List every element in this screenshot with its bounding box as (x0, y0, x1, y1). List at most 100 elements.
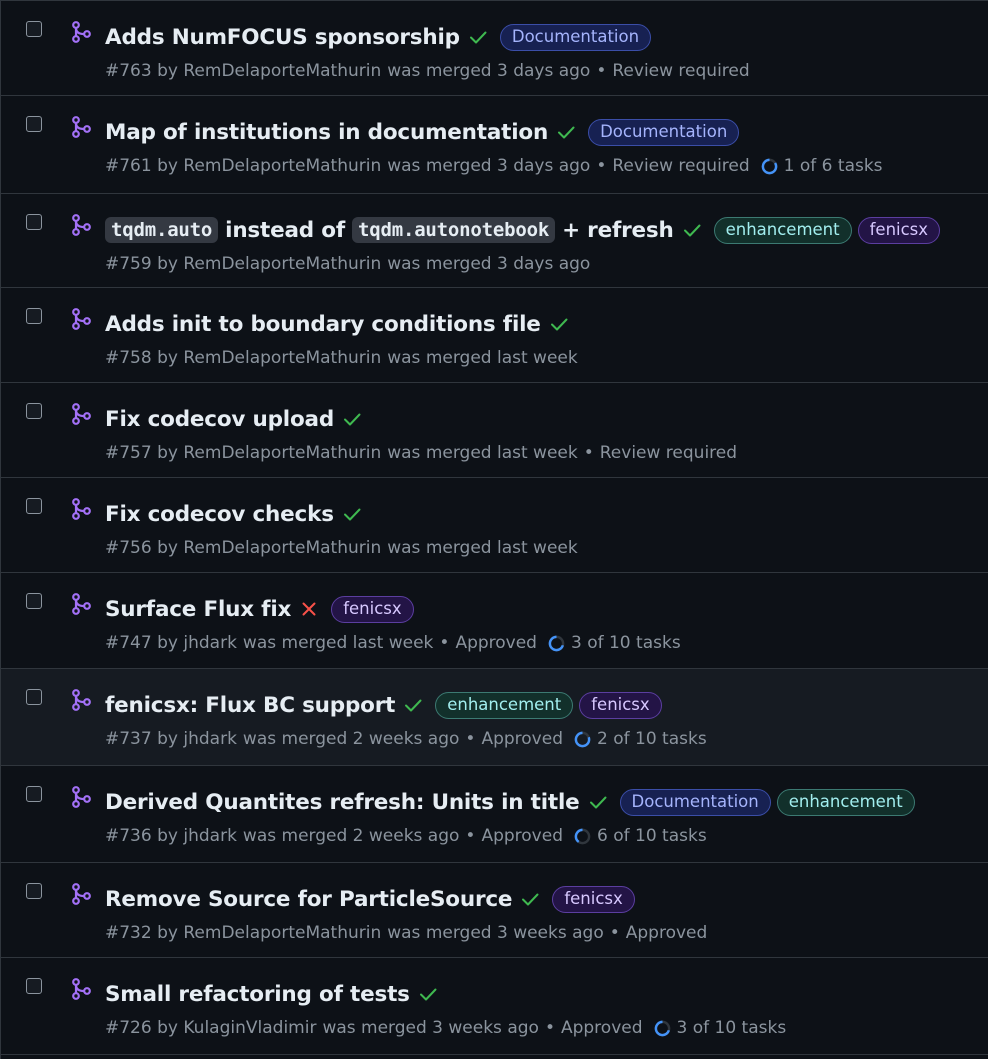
author-link[interactable]: jhdark (183, 633, 237, 653)
pr-title-link[interactable]: Derived Quantites refresh: Units in titl… (105, 790, 580, 815)
pr-title-line: Fix codecov checks (105, 498, 362, 530)
check-icon[interactable] (418, 984, 438, 1004)
merged-time: was merged 3 days ago (387, 156, 591, 176)
author-link[interactable]: RemDelaporteMathurin (183, 156, 381, 176)
review-status[interactable]: Approved (626, 923, 708, 943)
review-status[interactable]: Approved (481, 826, 563, 846)
select-checkbox[interactable] (26, 786, 42, 802)
pull-request-row[interactable]: Fix codecov upload #757 by RemDelaporteMa… (1, 383, 988, 478)
check-icon[interactable] (468, 27, 488, 47)
author-link[interactable]: RemDelaporteMathurin (183, 443, 381, 463)
label-fenicsx[interactable]: fenicsx (579, 691, 662, 719)
review-status[interactable]: Review required (600, 443, 737, 463)
author-link[interactable]: jhdark (183, 729, 237, 749)
review-status[interactable]: Approved (481, 729, 563, 749)
merged-time: was merged 3 weeks ago (387, 923, 604, 943)
check-icon[interactable] (342, 504, 362, 524)
pr-meta: #747 by jhdark was merged last week • Appro… (105, 633, 681, 653)
label-enhancement[interactable]: enhancement (435, 691, 574, 719)
pr-title-link[interactable]: Remove Source for ParticleSource (105, 887, 513, 912)
select-checkbox[interactable] (26, 21, 42, 37)
review-status[interactable]: Review required (612, 156, 749, 176)
task-progress[interactable]: 3 of 10 tasks (548, 633, 681, 653)
pull-request-row[interactable]: Small refactoring of tests #726 by Kulagi… (1, 958, 988, 1055)
pull-request-row[interactable]: tqdm.auto instead of tqdm.autonotebook + re… (1, 194, 988, 288)
pr-title-link[interactable]: Map of institutions in documentation (105, 120, 548, 145)
label-group: Documentation (588, 118, 740, 146)
merged-pr-icon (72, 498, 91, 520)
select-checkbox[interactable] (26, 689, 42, 705)
pull-request-row[interactable]: Adds init to boundary conditions file #75… (1, 288, 988, 383)
pr-title-link[interactable]: Fix codecov checks (105, 502, 334, 527)
progress-ring-icon (574, 828, 591, 844)
pr-title-link[interactable]: Fix codecov upload (105, 407, 334, 432)
merged-time: was merged 2 weeks ago (242, 729, 460, 749)
select-checkbox[interactable] (26, 214, 42, 230)
label-enhancement[interactable]: enhancement (713, 216, 852, 244)
pull-request-row[interactable]: fenicsx: Flux BC support enhancement fenic… (1, 669, 988, 766)
pr-title-link[interactable]: Adds init to boundary conditions file (105, 312, 541, 337)
x-icon[interactable] (299, 599, 319, 619)
label-group: Documentation (499, 23, 652, 51)
author-link[interactable]: RemDelaporteMathurin (183, 348, 381, 368)
pr-title-text: fenicsx: Flux BC support (105, 692, 396, 718)
select-checkbox[interactable] (26, 308, 42, 324)
pr-number: #756 (105, 538, 152, 558)
by-text: by (151, 443, 184, 463)
pull-request-row[interactable]: Fix codecov checks #756 by RemDelaporteMa… (1, 478, 988, 573)
task-progress[interactable]: 3 of 10 tasks (654, 1018, 786, 1038)
progress-ring-icon (548, 635, 565, 651)
label-documentation[interactable]: Documentation (619, 788, 771, 816)
author-link[interactable]: KulaginVladimir (183, 1018, 316, 1038)
pr-title-link[interactable]: tqdm.auto instead of tqdm.autonotebook + re… (105, 217, 674, 243)
select-checkbox[interactable] (26, 883, 42, 899)
author-link[interactable]: jhdark (183, 826, 237, 846)
label-fenicsx[interactable]: fenicsx (331, 595, 414, 623)
author-link[interactable]: RemDelaporteMathurin (183, 61, 381, 81)
review-status[interactable]: Approved (455, 633, 537, 653)
merged-pr-icon (72, 978, 91, 1000)
label-documentation[interactable]: Documentation (588, 118, 740, 146)
check-icon[interactable] (342, 409, 362, 429)
check-icon[interactable] (556, 122, 576, 142)
author-link[interactable]: RemDelaporteMathurin (183, 923, 381, 943)
select-checkbox[interactable] (26, 593, 42, 609)
label-documentation[interactable]: Documentation (499, 23, 652, 51)
pr-title-link[interactable]: Small refactoring of tests (105, 982, 410, 1007)
pr-title-line: Adds init to boundary conditions file (105, 308, 569, 340)
pr-title-line: Small refactoring of tests (105, 978, 438, 1010)
pull-request-row[interactable]: Remove Source for ParticleSource fenicsx #… (1, 863, 988, 958)
pull-request-row[interactable]: Derived Quantites refresh: Units in titl… (1, 766, 988, 863)
check-icon[interactable] (682, 220, 702, 240)
pull-request-row[interactable]: Adds NumFOCUS sponsorship Documentation #7… (1, 1, 988, 96)
label-fenicsx[interactable]: fenicsx (552, 885, 635, 913)
select-checkbox[interactable] (26, 498, 42, 514)
review-status[interactable]: Approved (561, 1018, 643, 1038)
merged-pr-icon (72, 786, 91, 808)
task-progress[interactable]: 2 of 10 tasks (574, 729, 707, 749)
check-icon[interactable] (520, 889, 540, 909)
check-icon[interactable] (403, 695, 423, 715)
pr-title-link[interactable]: fenicsx: Flux BC support (105, 693, 395, 718)
pr-title-link[interactable]: Surface Flux fix (105, 597, 291, 622)
task-progress[interactable]: 1 of 6 tasks (761, 156, 883, 176)
check-icon[interactable] (588, 792, 608, 812)
task-progress[interactable]: 6 of 10 tasks (574, 826, 707, 846)
check-icon[interactable] (549, 314, 569, 334)
merged-time: was merged 2 weeks ago (242, 826, 460, 846)
separator-dot: • (465, 729, 476, 749)
label-enhancement[interactable]: enhancement (776, 788, 915, 816)
author-link[interactable]: RemDelaporteMathurin (183, 538, 381, 558)
pull-request-row[interactable]: Map of institutions in documentation Docu… (1, 96, 988, 194)
author-link[interactable]: RemDelaporteMathurin (183, 254, 381, 274)
review-status[interactable]: Review required (612, 61, 749, 81)
merged-pr-icon (72, 689, 91, 711)
select-checkbox[interactable] (26, 116, 42, 132)
label-fenicsx[interactable]: fenicsx (857, 216, 941, 244)
pr-title-link[interactable]: Adds NumFOCUS sponsorship (105, 25, 460, 50)
pull-request-row[interactable]: Surface Flux fix fenicsx #747 by jhdark was… (1, 573, 988, 669)
inline-code: tqdm.auto (105, 217, 219, 243)
select-checkbox[interactable] (26, 978, 42, 994)
pr-meta: #726 by KulaginVladimir was merged 3 week… (105, 1018, 786, 1038)
select-checkbox[interactable] (26, 403, 42, 419)
